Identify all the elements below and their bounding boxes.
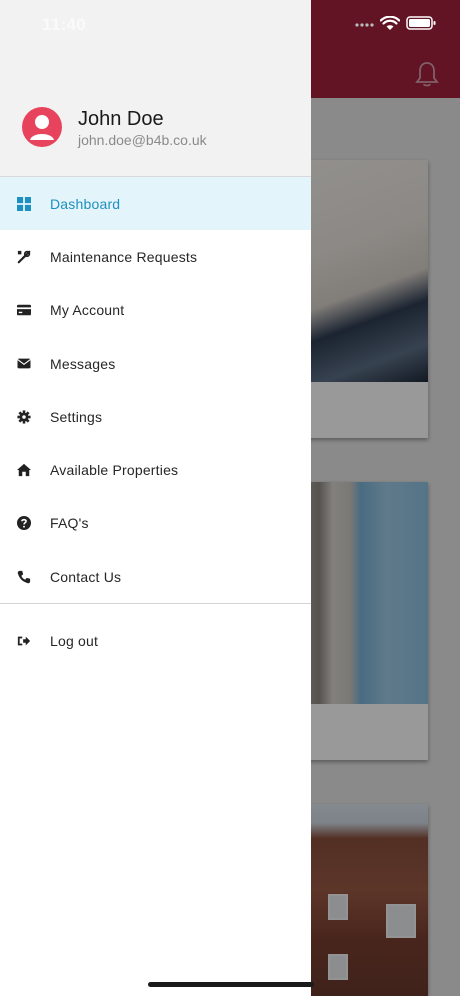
avatar[interactable] (22, 107, 62, 147)
status-time: 11:40 (42, 15, 87, 34)
menu-item-label: Contact Us (50, 568, 122, 585)
wifi-icon (380, 16, 400, 30)
menu-item-label: Available Properties (50, 462, 179, 479)
navigation-drawer: John Doe john.doe@b4b.co.uk Dashboard Ma… (0, 0, 311, 996)
menu-item-faqs[interactable]: FAQ's (0, 497, 311, 550)
user-email: john.doe@b4b.co.uk (78, 132, 207, 148)
menu-item-label: Maintenance Requests (50, 248, 198, 265)
menu-divider (0, 603, 311, 604)
status-bar: 11:40 (0, 0, 460, 50)
menu-item-label: Messages (50, 355, 116, 372)
drawer-menu: Dashboard Maintenance Requests My Accoun… (0, 177, 311, 603)
signal-icon (355, 23, 374, 27)
battery-icon (406, 16, 436, 30)
menu-item-available-properties[interactable]: Available Properties (0, 443, 311, 496)
home-icon (16, 462, 32, 478)
gear-icon (16, 409, 32, 425)
menu-item-my-account[interactable]: My Account (0, 284, 311, 337)
logout-button[interactable]: Log out (0, 614, 311, 667)
question-circle-icon (16, 515, 32, 531)
menu-item-contact-us[interactable]: Contact Us (0, 550, 311, 603)
menu-item-label: Dashboard (50, 195, 121, 212)
logout-label: Log out (50, 632, 99, 649)
menu-item-messages[interactable]: Messages (0, 337, 311, 390)
phone-icon (16, 569, 32, 585)
envelope-icon (16, 356, 32, 372)
credit-card-icon (16, 302, 32, 318)
menu-item-dashboard[interactable]: Dashboard (0, 177, 311, 231)
menu-item-label: Settings (50, 408, 103, 425)
menu-item-label: My Account (50, 302, 125, 319)
menu-item-label: FAQ's (50, 515, 89, 532)
tools-icon (16, 249, 32, 265)
menu-item-settings[interactable]: Settings (0, 390, 311, 443)
sign-out-icon (16, 633, 32, 649)
user-icon (30, 115, 54, 140)
user-name: John Doe (78, 108, 164, 130)
menu-item-maintenance-requests[interactable]: Maintenance Requests (0, 230, 311, 283)
home-indicator[interactable] (148, 982, 314, 987)
dashboard-icon (16, 196, 32, 212)
